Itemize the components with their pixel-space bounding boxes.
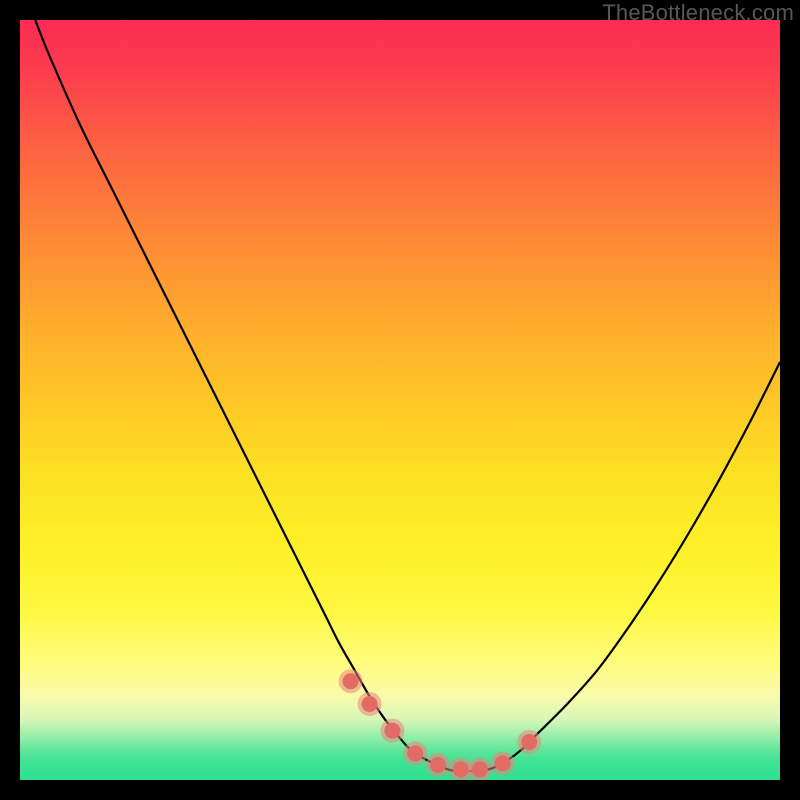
chart-frame xyxy=(20,20,780,780)
point-marker xyxy=(495,755,511,771)
point-marker xyxy=(521,734,537,750)
plot-area xyxy=(20,20,780,780)
highlighted-points xyxy=(339,669,542,780)
curve-layer xyxy=(20,20,780,780)
point-marker xyxy=(472,761,488,777)
point-marker xyxy=(453,761,469,777)
curve-path xyxy=(35,20,780,771)
point-marker xyxy=(343,673,359,689)
bottleneck-curve xyxy=(35,20,780,771)
point-marker xyxy=(384,723,400,739)
point-marker xyxy=(430,757,446,773)
point-marker xyxy=(407,745,423,761)
point-marker xyxy=(362,696,378,712)
watermark-label: TheBottleneck.com xyxy=(602,0,794,26)
